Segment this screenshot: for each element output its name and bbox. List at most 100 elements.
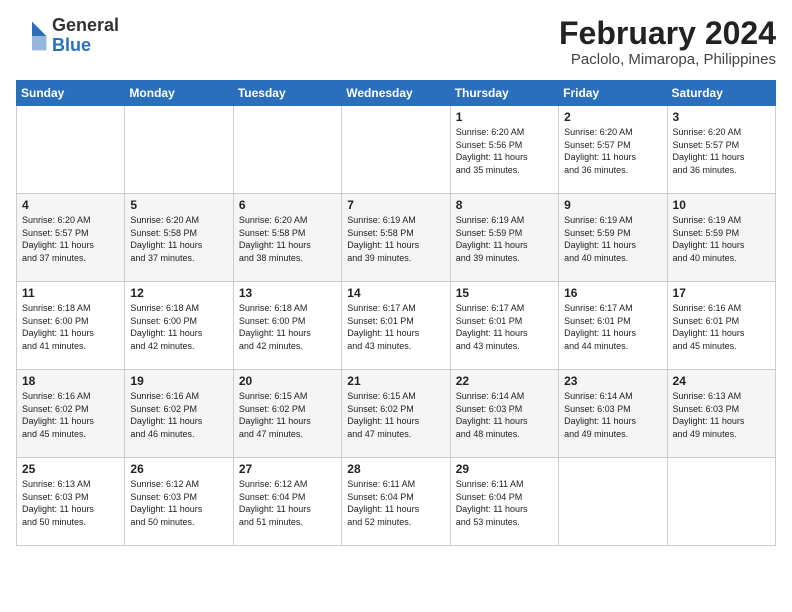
header-cell-tuesday: Tuesday [233, 81, 341, 106]
calendar-week-row: 1 Sunrise: 6:20 AM Sunset: 5:56 PM Daylig… [17, 106, 776, 194]
header-cell-thursday: Thursday [450, 81, 558, 106]
calendar-body: 1 Sunrise: 6:20 AM Sunset: 5:56 PM Daylig… [17, 106, 776, 546]
cell-info: Sunrise: 6:20 AM Sunset: 5:58 PM Dayligh… [130, 214, 227, 264]
calendar-cell: 29Sunrise: 6:11 AM Sunset: 6:04 PM Dayli… [450, 458, 558, 546]
day-number: 20 [239, 374, 336, 388]
logo-icon [16, 20, 48, 52]
logo-general-text: General [52, 16, 119, 36]
calendar-week-row: 4 Sunrise: 6:20 AM Sunset: 5:57 PM Daylig… [17, 194, 776, 282]
header-cell-friday: Friday [559, 81, 667, 106]
calendar-cell [342, 106, 450, 194]
cell-info: Sunrise: 6:12 AM Sunset: 6:03 PM Dayligh… [130, 478, 227, 528]
cell-info: Sunrise: 6:13 AM Sunset: 6:03 PM Dayligh… [22, 478, 119, 528]
day-number: 17 [673, 286, 770, 300]
cell-info: Sunrise: 6:13 AM Sunset: 6:03 PM Dayligh… [673, 390, 770, 440]
calendar-cell [17, 106, 125, 194]
calendar-cell: 18Sunrise: 6:16 AM Sunset: 6:02 PM Dayli… [17, 370, 125, 458]
day-number: 6 [239, 198, 336, 212]
day-number: 1 [456, 110, 553, 124]
calendar-cell: 22Sunrise: 6:14 AM Sunset: 6:03 PM Dayli… [450, 370, 558, 458]
day-number: 29 [456, 462, 553, 476]
day-number: 18 [22, 374, 119, 388]
day-number: 28 [347, 462, 444, 476]
calendar-cell: 3 Sunrise: 6:20 AM Sunset: 5:57 PM Daylig… [667, 106, 775, 194]
header-cell-saturday: Saturday [667, 81, 775, 106]
cell-info: Sunrise: 6:11 AM Sunset: 6:04 PM Dayligh… [347, 478, 444, 528]
calendar-cell: 28 Sunrise: 6:11 AM Sunset: 6:04 PM Dayli… [342, 458, 450, 546]
day-number: 8 [456, 198, 553, 212]
cell-info: Sunrise: 6:17 AM Sunset: 6:01 PM Dayligh… [347, 302, 444, 352]
day-number: 9 [564, 198, 661, 212]
calendar-cell: 17 Sunrise: 6:16 AM Sunset: 6:01 PM Dayli… [667, 282, 775, 370]
cell-info: Sunrise: 6:18 AM Sunset: 6:00 PM Dayligh… [130, 302, 227, 352]
calendar-cell: 11 Sunrise: 6:18 AM Sunset: 6:00 PM Dayli… [17, 282, 125, 370]
day-number: 12 [130, 286, 227, 300]
calendar-cell: 9 Sunrise: 6:19 AM Sunset: 5:59 PM Daylig… [559, 194, 667, 282]
title-block: February 2024 Paclolo, Mimaropa, Philipp… [559, 16, 776, 68]
calendar-cell: 4 Sunrise: 6:20 AM Sunset: 5:57 PM Daylig… [17, 194, 125, 282]
cell-info: Sunrise: 6:19 AM Sunset: 5:59 PM Dayligh… [456, 214, 553, 264]
day-number: 15 [456, 286, 553, 300]
calendar-cell: 21Sunrise: 6:15 AM Sunset: 6:02 PM Dayli… [342, 370, 450, 458]
calendar-cell [125, 106, 233, 194]
calendar-week-row: 11 Sunrise: 6:18 AM Sunset: 6:00 PM Dayli… [17, 282, 776, 370]
day-number: 23 [564, 374, 661, 388]
header-cell-wednesday: Wednesday [342, 81, 450, 106]
cell-info: Sunrise: 6:12 AM Sunset: 6:04 PM Dayligh… [239, 478, 336, 528]
calendar-cell [667, 458, 775, 546]
day-number: 4 [22, 198, 119, 212]
calendar-cell: 26Sunrise: 6:12 AM Sunset: 6:03 PM Dayli… [125, 458, 233, 546]
page-header: General Blue February 2024 Paclolo, Mima… [16, 16, 776, 68]
calendar-cell: 10 Sunrise: 6:19 AM Sunset: 5:59 PM Dayli… [667, 194, 775, 282]
cell-info: Sunrise: 6:19 AM Sunset: 5:59 PM Dayligh… [564, 214, 661, 264]
cell-info: Sunrise: 6:20 AM Sunset: 5:58 PM Dayligh… [239, 214, 336, 264]
calendar-cell: 5 Sunrise: 6:20 AM Sunset: 5:58 PM Daylig… [125, 194, 233, 282]
cell-info: Sunrise: 6:17 AM Sunset: 6:01 PM Dayligh… [564, 302, 661, 352]
day-number: 25 [22, 462, 119, 476]
day-number: 14 [347, 286, 444, 300]
calendar-cell: 1 Sunrise: 6:20 AM Sunset: 5:56 PM Daylig… [450, 106, 558, 194]
calendar-cell: 15 Sunrise: 6:17 AM Sunset: 6:01 PM Dayli… [450, 282, 558, 370]
calendar-cell: 24 Sunrise: 6:13 AM Sunset: 6:03 PM Dayli… [667, 370, 775, 458]
day-number: 10 [673, 198, 770, 212]
logo-blue-text: Blue [52, 36, 119, 56]
cell-info: Sunrise: 6:20 AM Sunset: 5:57 PM Dayligh… [564, 126, 661, 176]
header-cell-sunday: Sunday [17, 81, 125, 106]
cell-info: Sunrise: 6:19 AM Sunset: 5:59 PM Dayligh… [673, 214, 770, 264]
cell-info: Sunrise: 6:17 AM Sunset: 6:01 PM Dayligh… [456, 302, 553, 352]
day-number: 21 [347, 374, 444, 388]
day-number: 2 [564, 110, 661, 124]
calendar-cell: 16Sunrise: 6:17 AM Sunset: 6:01 PM Dayli… [559, 282, 667, 370]
cell-info: Sunrise: 6:18 AM Sunset: 6:00 PM Dayligh… [22, 302, 119, 352]
day-number: 7 [347, 198, 444, 212]
calendar-cell: 12 Sunrise: 6:18 AM Sunset: 6:00 PM Dayli… [125, 282, 233, 370]
logo: General Blue [16, 16, 119, 56]
day-number: 22 [456, 374, 553, 388]
calendar-cell: 23Sunrise: 6:14 AM Sunset: 6:03 PM Dayli… [559, 370, 667, 458]
calendar-table: SundayMondayTuesdayWednesdayThursdayFrid… [16, 80, 776, 546]
day-number: 11 [22, 286, 119, 300]
calendar-week-row: 25 Sunrise: 6:13 AM Sunset: 6:03 PM Dayli… [17, 458, 776, 546]
calendar-cell: 13Sunrise: 6:18 AM Sunset: 6:00 PM Dayli… [233, 282, 341, 370]
day-number: 5 [130, 198, 227, 212]
calendar-cell [559, 458, 667, 546]
day-number: 3 [673, 110, 770, 124]
header-row: SundayMondayTuesdayWednesdayThursdayFrid… [17, 81, 776, 106]
day-number: 27 [239, 462, 336, 476]
calendar-cell [233, 106, 341, 194]
day-number: 13 [239, 286, 336, 300]
calendar-cell: 7 Sunrise: 6:19 AM Sunset: 5:58 PM Daylig… [342, 194, 450, 282]
calendar-cell: 14 Sunrise: 6:17 AM Sunset: 6:01 PM Dayli… [342, 282, 450, 370]
cell-info: Sunrise: 6:19 AM Sunset: 5:58 PM Dayligh… [347, 214, 444, 264]
day-number: 24 [673, 374, 770, 388]
location-subtitle: Paclolo, Mimaropa, Philippines [559, 51, 776, 68]
calendar-cell: 25 Sunrise: 6:13 AM Sunset: 6:03 PM Dayli… [17, 458, 125, 546]
cell-info: Sunrise: 6:20 AM Sunset: 5:57 PM Dayligh… [673, 126, 770, 176]
calendar-cell: 8 Sunrise: 6:19 AM Sunset: 5:59 PM Daylig… [450, 194, 558, 282]
cell-info: Sunrise: 6:20 AM Sunset: 5:57 PM Dayligh… [22, 214, 119, 264]
cell-info: Sunrise: 6:16 AM Sunset: 6:01 PM Dayligh… [673, 302, 770, 352]
day-number: 19 [130, 374, 227, 388]
calendar-header: SundayMondayTuesdayWednesdayThursdayFrid… [17, 81, 776, 106]
calendar-week-row: 18Sunrise: 6:16 AM Sunset: 6:02 PM Dayli… [17, 370, 776, 458]
cell-info: Sunrise: 6:20 AM Sunset: 5:56 PM Dayligh… [456, 126, 553, 176]
